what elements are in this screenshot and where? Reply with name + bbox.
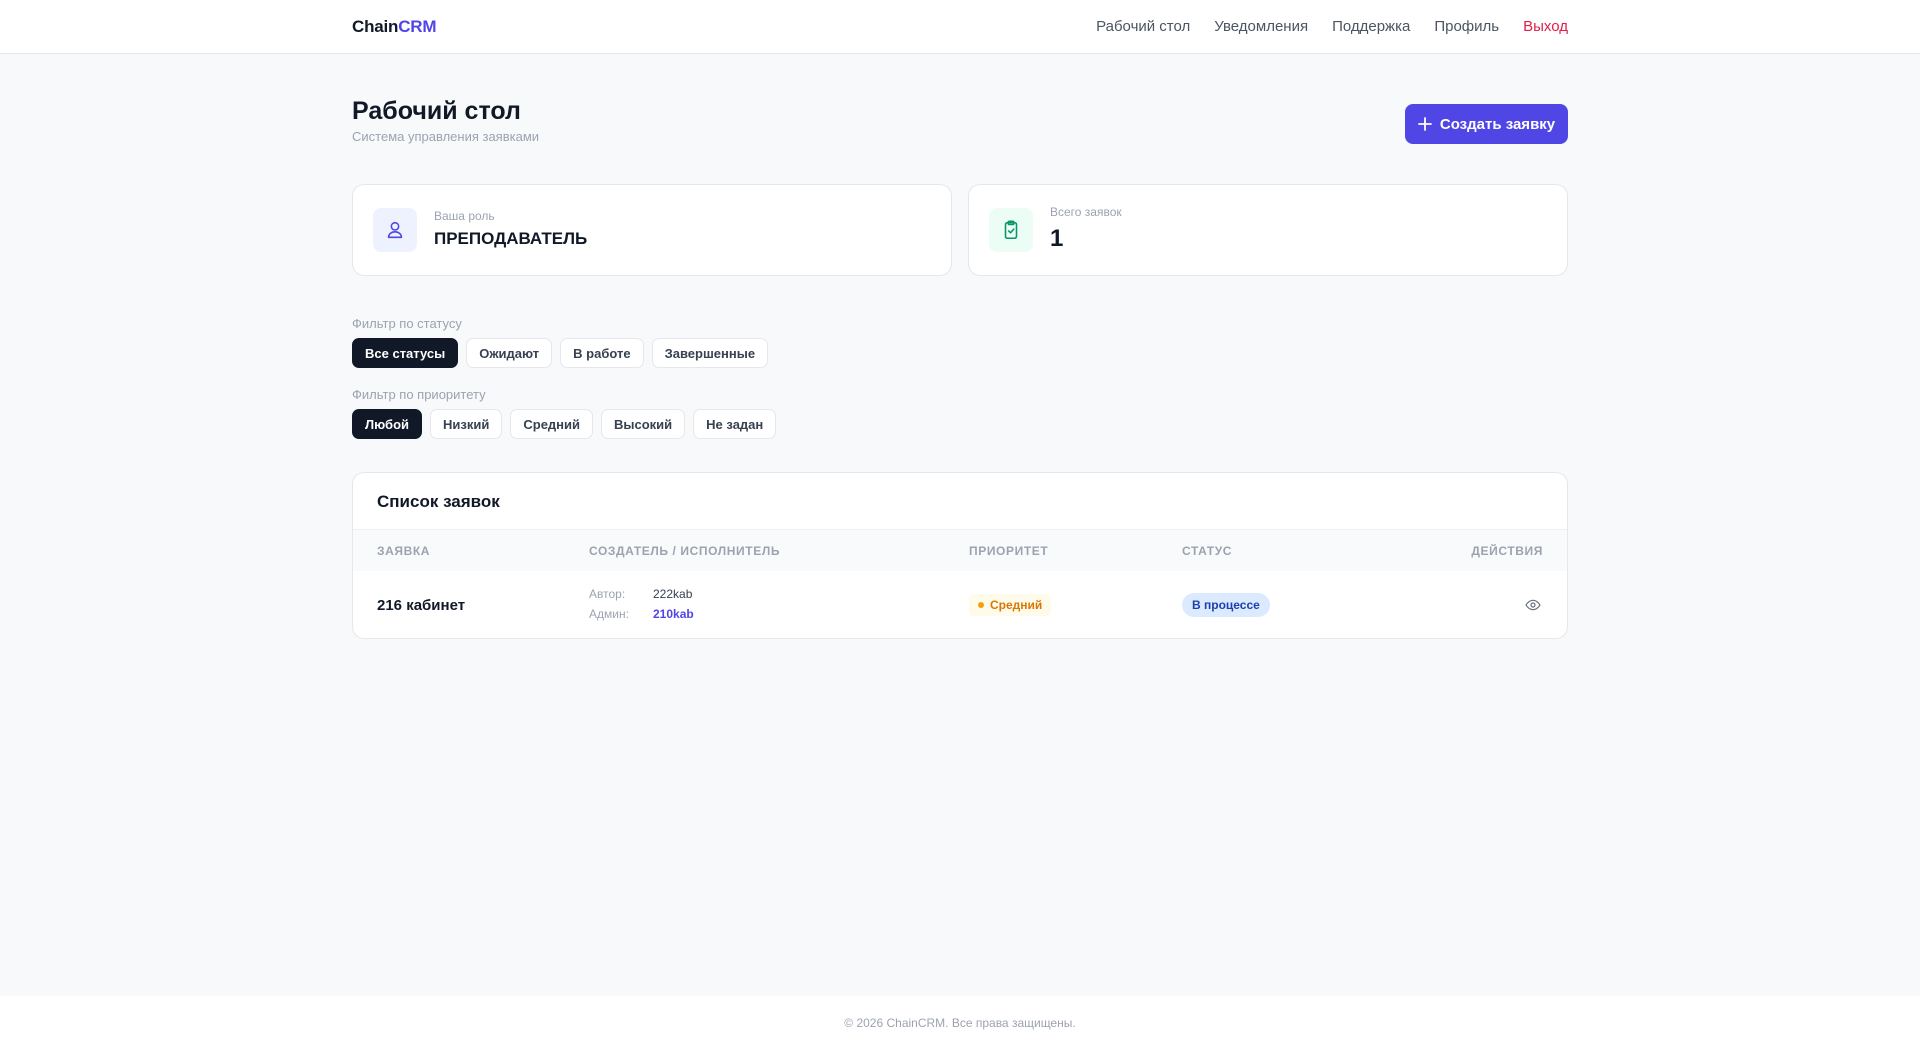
nav-dashboard[interactable]: Рабочий стол (1096, 18, 1190, 35)
column-header-creator: СОЗДАТЕЛЬ / ИСПОЛНИТЕЛЬ (589, 544, 781, 558)
create-request-button[interactable]: Создать заявку (1405, 104, 1568, 144)
total-requests-label: Всего заявок (1050, 205, 1122, 219)
priority-label: Средний (990, 598, 1043, 612)
priority-filter-chips: Любой Низкий Средний Высокий Не задан (352, 409, 777, 439)
footer: © 2026 ChainCRM. Все права защищены. (0, 996, 1920, 1050)
page-header: Рабочий стол Система управления заявками… (352, 54, 1568, 184)
brand-prefix: Chain (352, 16, 399, 36)
status-chip-all[interactable]: Все статусы (352, 338, 459, 368)
status-chip-completed[interactable]: Завершенные (651, 338, 769, 368)
clipboard-check-icon (989, 208, 1033, 252)
top-navbar: ChainCRM Рабочий стол Уведомления Поддер… (0, 0, 1920, 54)
role-label: Ваша роль (434, 209, 495, 223)
admin-line: Админ: 210kab (589, 607, 694, 621)
stats-row: Ваша роль ПРЕПОДАВАТЕЛЬ Всего заявок 1 (352, 184, 1568, 276)
priority-chip-unset[interactable]: Не задан (693, 409, 777, 439)
total-requests-card: Всего заявок 1 (968, 184, 1568, 276)
author-line: Автор: 222kab (589, 587, 692, 601)
total-requests-value: 1 (1050, 225, 1064, 252)
admin-value[interactable]: 210kab (653, 607, 694, 621)
author-value: 222kab (653, 587, 693, 601)
brand-accent: CRM (398, 16, 437, 36)
priority-chip-any[interactable]: Любой (352, 409, 423, 439)
status-badge: В процессе (1182, 593, 1270, 617)
eye-icon[interactable] (1523, 595, 1543, 615)
requests-table-title: Список заявок (377, 492, 500, 511)
role-card: Ваша роль ПРЕПОДАВАТЕЛЬ (352, 184, 952, 276)
brand-logo[interactable]: ChainCRM (352, 16, 437, 37)
status-filter-chips: Все статусы Ожидают В работе Завершенные (352, 338, 776, 368)
filters: Фильтр по статусу Все статусы Ожидают В … (352, 316, 777, 439)
table-row[interactable]: 216 кабинет Автор: 222kab Админ: 210kab Ср… (353, 571, 1567, 638)
request-title[interactable]: 216 кабинет (377, 597, 465, 614)
page-subtitle: Система управления заявками (352, 129, 540, 144)
page-title: Рабочий стол (352, 97, 521, 125)
nav-logout[interactable]: Выход (1523, 18, 1568, 35)
requests-table-card: Список заявок ЗАЯВКА СОЗДАТЕЛЬ / ИСПОЛНИ… (352, 472, 1568, 639)
priority-chip-low[interactable]: Низкий (430, 409, 503, 439)
priority-badge: Средний (969, 594, 1052, 616)
user-icon (373, 208, 417, 252)
priority-chip-medium[interactable]: Средний (510, 409, 594, 439)
column-header-request: ЗАЯВКА (377, 544, 431, 558)
priority-filter-label: Фильтр по приоритету (352, 387, 486, 402)
status-filter-label: Фильтр по статусу (352, 316, 462, 331)
priority-chip-high[interactable]: Высокий (601, 409, 686, 439)
author-label: Автор: (589, 587, 626, 601)
nav-profile[interactable]: Профиль (1434, 18, 1499, 35)
admin-label: Админ: (589, 607, 629, 621)
column-header-priority: ПРИОРИТЕТ (969, 544, 1049, 558)
plus-icon (1417, 117, 1432, 131)
status-chip-pending[interactable]: Ожидают (466, 338, 553, 368)
nav-support[interactable]: Поддержка (1332, 18, 1410, 35)
role-value: ПРЕПОДАВАТЕЛЬ (434, 229, 588, 248)
priority-dot (978, 602, 984, 608)
nav-notifications[interactable]: Уведомления (1214, 18, 1308, 35)
column-header-status: СТАТУС (1182, 544, 1233, 558)
create-request-label: Создать заявку (1439, 115, 1556, 133)
table-header: ЗАЯВКА СОЗДАТЕЛЬ / ИСПОЛНИТЕЛЬ ПРИОРИТЕТ… (353, 529, 1567, 571)
column-header-actions: ДЕЙСТВИЯ (1471, 544, 1543, 558)
main-content: Рабочий стол Система управления заявками… (352, 54, 1568, 639)
main-nav: Рабочий стол Уведомления Поддержка Профи… (1096, 18, 1568, 35)
footer-copyright: © 2026 ChainCRM. Все права защищены. (844, 1016, 1076, 1030)
status-chip-in-work[interactable]: В работе (560, 338, 644, 368)
